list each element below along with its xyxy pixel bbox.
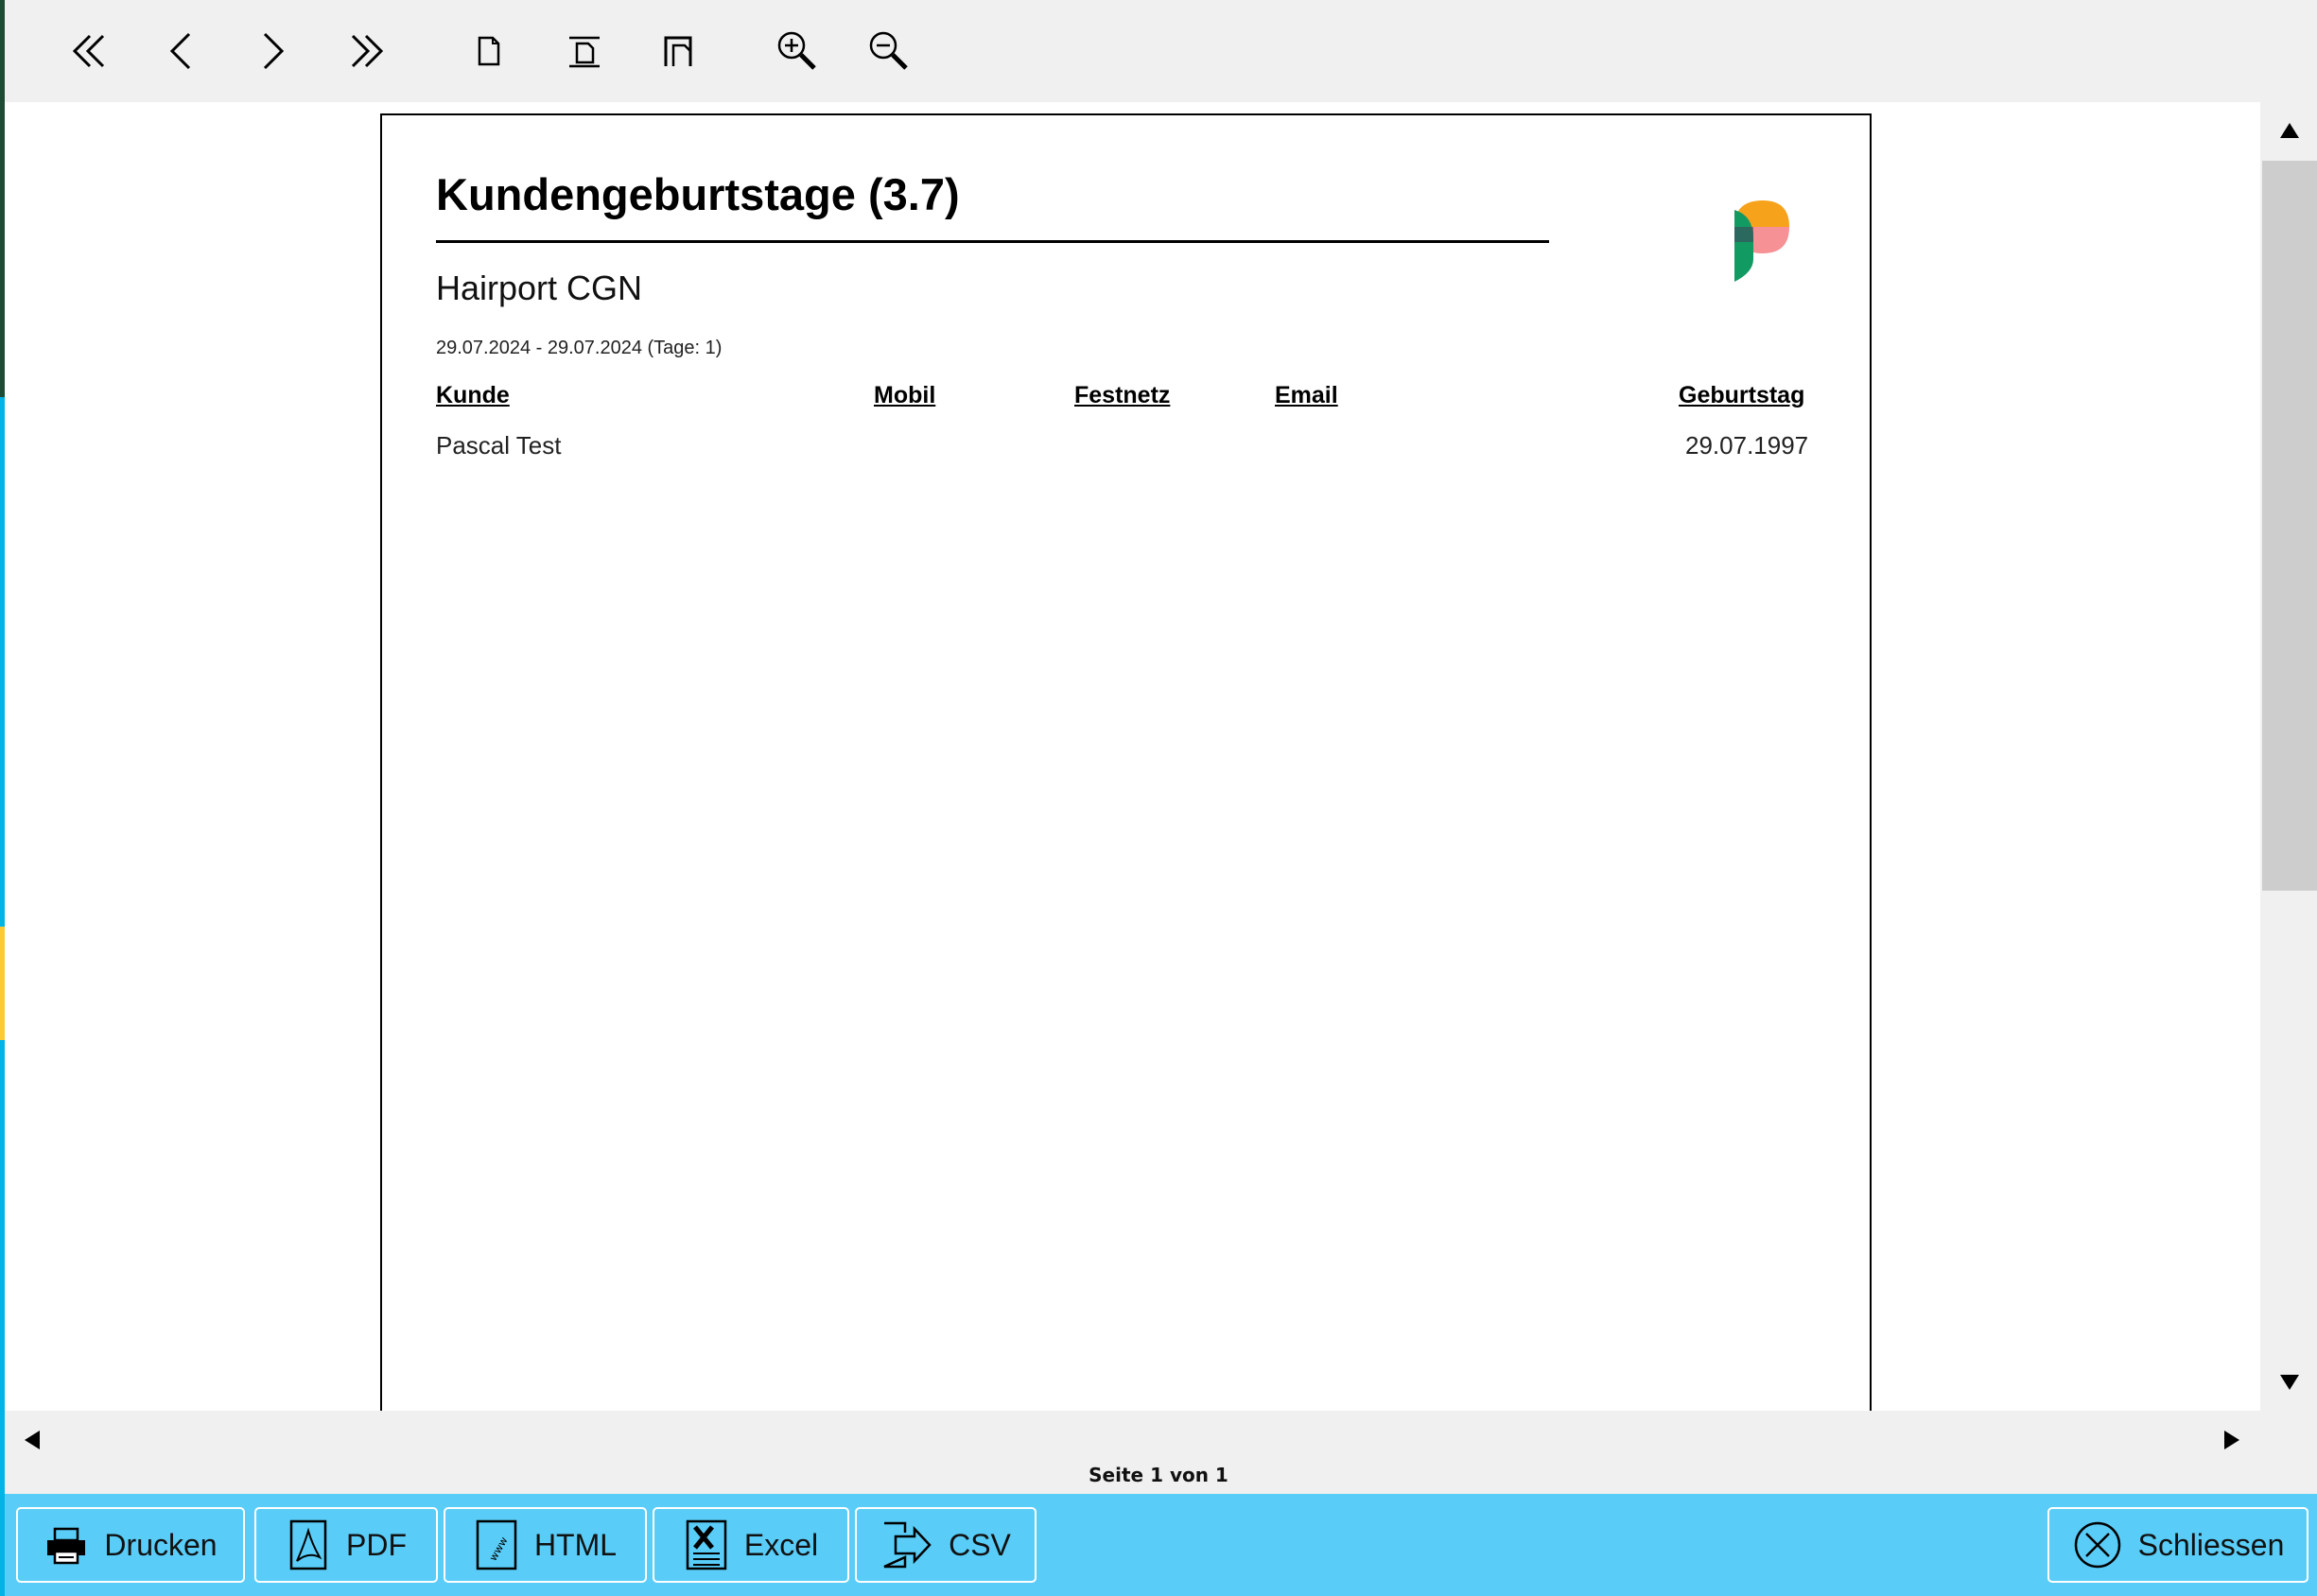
prev-page-button[interactable] <box>151 21 212 81</box>
report-date-range: 29.07.2024 - 29.07.2024 (Tage: 1) <box>436 338 723 358</box>
two-pages-button[interactable] <box>649 21 709 81</box>
excel-icon <box>686 1519 727 1570</box>
close-button[interactable]: Schliessen <box>2047 1507 2308 1583</box>
double-chevron-left-icon <box>72 34 105 68</box>
zoom-out-button[interactable] <box>859 21 919 81</box>
print-label: Drucken <box>104 1527 218 1562</box>
col-header-festnetz: Festnetz <box>1074 382 1171 408</box>
csv-button[interactable]: CSV <box>855 1507 1037 1583</box>
report-title: Kundengeburtstage (3.7) <box>436 169 960 219</box>
report-viewport: Kundengeburtstage (3.7) Hairport CGN 29.… <box>5 102 2260 1411</box>
company-logo-icon <box>1734 200 1789 282</box>
title-divider <box>436 240 1549 243</box>
excel-label: Excel <box>743 1527 819 1562</box>
last-page-button[interactable] <box>338 21 398 81</box>
col-header-mobil: Mobil <box>874 382 936 408</box>
col-header-kunde: Kunde <box>436 382 510 408</box>
pdf-label: PDF <box>346 1527 407 1562</box>
scroll-up-arrow-icon[interactable] <box>2280 123 2299 138</box>
report-page: Kundengeburtstage (3.7) Hairport CGN 29.… <box>380 113 1872 1411</box>
chevron-left-icon <box>169 32 191 70</box>
col-header-email: Email <box>1275 382 1338 408</box>
html-label: HTML <box>533 1527 618 1562</box>
pdf-icon <box>289 1519 327 1570</box>
cell-geburtstag: 29.07.1997 <box>1685 431 1809 460</box>
page-status: Seite 1 von 1 <box>1089 1464 1228 1486</box>
close-label: Schliessen <box>2137 1527 2285 1562</box>
double-chevron-right-icon <box>351 34 384 68</box>
vertical-scroll-thumb[interactable] <box>2262 161 2317 891</box>
next-page-button[interactable] <box>242 21 303 81</box>
report-subtitle: Hairport CGN <box>436 269 643 307</box>
html-icon: www <box>476 1519 517 1570</box>
horizontal-scrollbar[interactable] <box>5 1411 2260 1467</box>
bottom-action-bar: Drucken PDF www HTML Excel CSV Schliesse… <box>5 1494 2317 1596</box>
html-button[interactable]: www HTML <box>444 1507 647 1583</box>
close-circle-icon <box>2074 1521 2120 1569</box>
print-button[interactable]: Drucken <box>16 1507 245 1583</box>
pdf-button[interactable]: PDF <box>254 1507 438 1583</box>
full-page-button[interactable] <box>459 21 519 81</box>
page-width-button[interactable] <box>554 21 615 81</box>
scroll-right-arrow-icon[interactable] <box>2224 1431 2239 1449</box>
first-page-button[interactable] <box>58 21 118 81</box>
scroll-down-arrow-icon[interactable] <box>2280 1375 2299 1390</box>
export-arrow-icon <box>883 1521 932 1569</box>
zoom-in-button[interactable] <box>767 21 828 81</box>
csv-label: CSV <box>949 1527 1011 1562</box>
col-header-geburtstag: Geburtstag <box>1679 382 1805 408</box>
zoom-out-icon <box>869 31 908 70</box>
preview-toolbar <box>5 0 2317 102</box>
zoom-in-icon <box>777 31 816 70</box>
page-icon <box>478 36 500 66</box>
multi-page-icon <box>664 36 692 66</box>
scroll-left-arrow-icon[interactable] <box>25 1431 40 1449</box>
excel-button[interactable]: Excel <box>653 1507 849 1583</box>
cell-kunde: Pascal Test <box>436 431 562 460</box>
chevron-right-icon <box>263 32 285 70</box>
svg-text:www: www <box>487 1535 511 1563</box>
page-width-icon <box>569 36 600 68</box>
printer-icon <box>47 1527 86 1565</box>
